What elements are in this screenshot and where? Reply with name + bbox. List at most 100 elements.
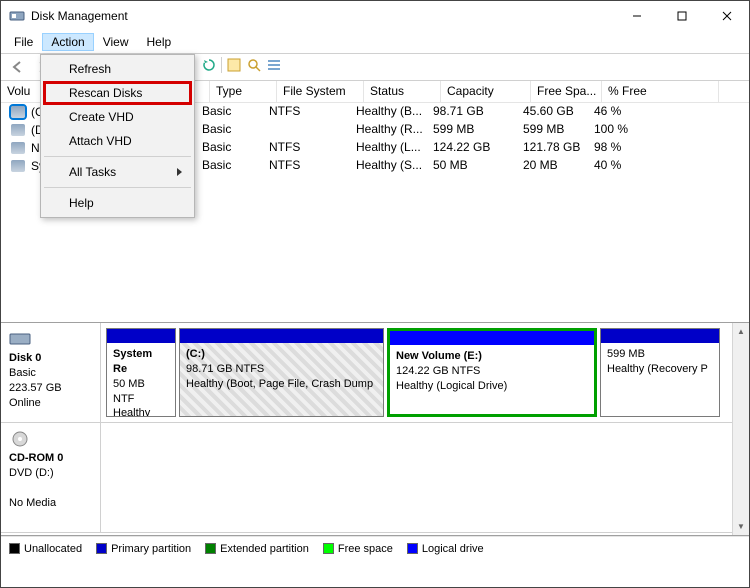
menu-view[interactable]: View (94, 33, 138, 51)
legend-primary: Primary partition (96, 543, 191, 555)
partition-line: 50 MB NTF (113, 378, 145, 405)
disk-type: Basic (9, 367, 36, 379)
partition-title: System Re (113, 348, 152, 375)
legend-unallocated: Unallocated (9, 543, 82, 555)
drive-icon (11, 124, 25, 136)
list-icon[interactable] (266, 57, 282, 73)
partition[interactable]: (C:)98.71 GB NTFSHealthy (Boot, Page Fil… (179, 328, 384, 417)
cell-type: Basic (196, 157, 263, 175)
menu-attach-vhd[interactable]: Attach VHD (43, 129, 192, 153)
scroll-down-button[interactable]: ▼ (733, 518, 749, 535)
titlebar: Disk Management (1, 1, 749, 31)
col-pctfree[interactable]: % Free (602, 81, 719, 102)
minimize-button[interactable] (614, 1, 659, 31)
cell-pct: 40 % (588, 157, 705, 175)
col-status[interactable]: Status (364, 81, 441, 102)
refresh-icon[interactable] (201, 57, 217, 73)
partition[interactable]: System Re 50 MB NTF Healthy (Sy (106, 328, 176, 417)
legend-logical: Logical drive (407, 543, 484, 555)
menu-help[interactable]: Help (138, 33, 181, 51)
disk-icon (9, 331, 31, 347)
back-button[interactable] (7, 56, 29, 78)
menu-separator (44, 187, 191, 188)
cell-status: Healthy (B... (350, 103, 427, 121)
legend-free: Free space (323, 543, 393, 555)
cell-pct: 98 % (588, 139, 705, 157)
cell-type: Basic (196, 139, 263, 157)
swatch-free (323, 543, 334, 554)
cell-fs: NTFS (263, 139, 350, 157)
toolbar-separator (221, 57, 222, 73)
maximize-button[interactable] (659, 1, 704, 31)
cell-free: 121.78 GB (517, 139, 588, 157)
partition[interactable]: New Volume (E:) 124.22 GB NTFS Healthy (Lo… (387, 328, 597, 417)
col-type[interactable]: Type (210, 81, 277, 102)
partition-title: New Volume (E:) (396, 350, 482, 362)
menu-refresh[interactable]: Refresh (43, 57, 192, 81)
legend: Unallocated Primary partition Extended p… (1, 536, 749, 560)
partition[interactable]: 599 MB Healthy (Recovery P (600, 328, 720, 417)
disk-status: No Media (9, 497, 56, 509)
vertical-scrollbar[interactable]: ▲ ▼ (732, 323, 749, 535)
legend-label: Free space (338, 543, 393, 555)
action-dropdown: Refresh Rescan Disks Create VHD Attach V… (40, 54, 195, 218)
partition-line: Healthy (Logical Drive) (396, 380, 507, 392)
close-button[interactable] (704, 1, 749, 31)
cdrom-icon (9, 431, 31, 447)
menu-help-item[interactable]: Help (43, 191, 192, 215)
properties-icon[interactable] (226, 57, 242, 73)
swatch-primary (96, 543, 107, 554)
col-freespace[interactable]: Free Spa... (531, 81, 602, 102)
cell-capacity: 124.22 GB (427, 139, 517, 157)
disk-partitions: System Re 50 MB NTF Healthy (Sy (C:)98.71 G… (101, 323, 749, 422)
partition-line: Healthy (Recovery P (607, 363, 708, 375)
partition-stripe (180, 329, 383, 343)
col-volume[interactable]: Volu (1, 81, 45, 102)
disk-row: CD-ROM 0DVD (D:)No Media (1, 423, 749, 533)
partition-content: (C:)98.71 GB NTFSHealthy (Boot, Page Fil… (180, 343, 383, 396)
menu-create-vhd[interactable]: Create VHD (43, 105, 192, 129)
menu-all-tasks-label: All Tasks (69, 165, 116, 179)
partition-line: Healthy (Sy (113, 407, 150, 417)
col-filesystem[interactable]: File System (277, 81, 364, 102)
legend-label: Unallocated (24, 543, 82, 555)
menu-file[interactable]: File (5, 33, 42, 51)
window-title: Disk Management (31, 9, 128, 23)
menu-all-tasks[interactable]: All Tasks (43, 160, 192, 184)
disk-name: CD-ROM 0 (9, 452, 63, 464)
partition-line: Healthy (Boot, Page File, Crash Dump (186, 378, 373, 390)
app-icon (9, 8, 25, 24)
swatch-logical (407, 543, 418, 554)
cell-capacity: 98.71 GB (427, 103, 517, 121)
partition-line: 124.22 GB NTFS (396, 365, 480, 377)
partition-stripe (601, 329, 719, 343)
partition-content: 599 MB Healthy (Recovery P (601, 343, 719, 381)
cell-status: Healthy (L... (350, 139, 427, 157)
cell-fs: NTFS (263, 103, 350, 121)
disk-graphical-pane: Disk 0Basic223.57 GBOnlineSystem Re50 MB… (1, 323, 749, 536)
swatch-unallocated (9, 543, 20, 554)
cell-status: Healthy (S... (350, 157, 427, 175)
cell-status: Healthy (R... (350, 121, 427, 139)
col-capacity[interactable]: Capacity (441, 81, 531, 102)
disk-info[interactable]: CD-ROM 0DVD (D:)No Media (1, 423, 101, 532)
partition-content: System Re 50 MB NTF Healthy (Sy (107, 343, 175, 417)
partition-line: 599 MB (607, 348, 645, 360)
menu-separator (44, 156, 191, 157)
legend-label: Primary partition (111, 543, 191, 555)
partition-title: (C:) (186, 348, 205, 360)
legend-label: Extended partition (220, 543, 309, 555)
menu-rescan-disks[interactable]: Rescan Disks (43, 81, 192, 105)
partition-stripe (107, 329, 175, 343)
menubar: File Action View Help (1, 31, 749, 53)
cell-free: 45.60 GB (517, 103, 588, 121)
scroll-up-button[interactable]: ▲ (733, 323, 749, 340)
cell-pct: 100 % (588, 121, 705, 139)
menu-action[interactable]: Action (42, 33, 93, 51)
disk-info[interactable]: Disk 0Basic223.57 GBOnline (1, 323, 101, 422)
search-icon[interactable] (246, 57, 262, 73)
legend-label: Logical drive (422, 543, 484, 555)
disk-size: 223.57 GB (9, 382, 62, 394)
disk-partitions (101, 423, 749, 532)
cell-type: Basic (196, 121, 263, 139)
